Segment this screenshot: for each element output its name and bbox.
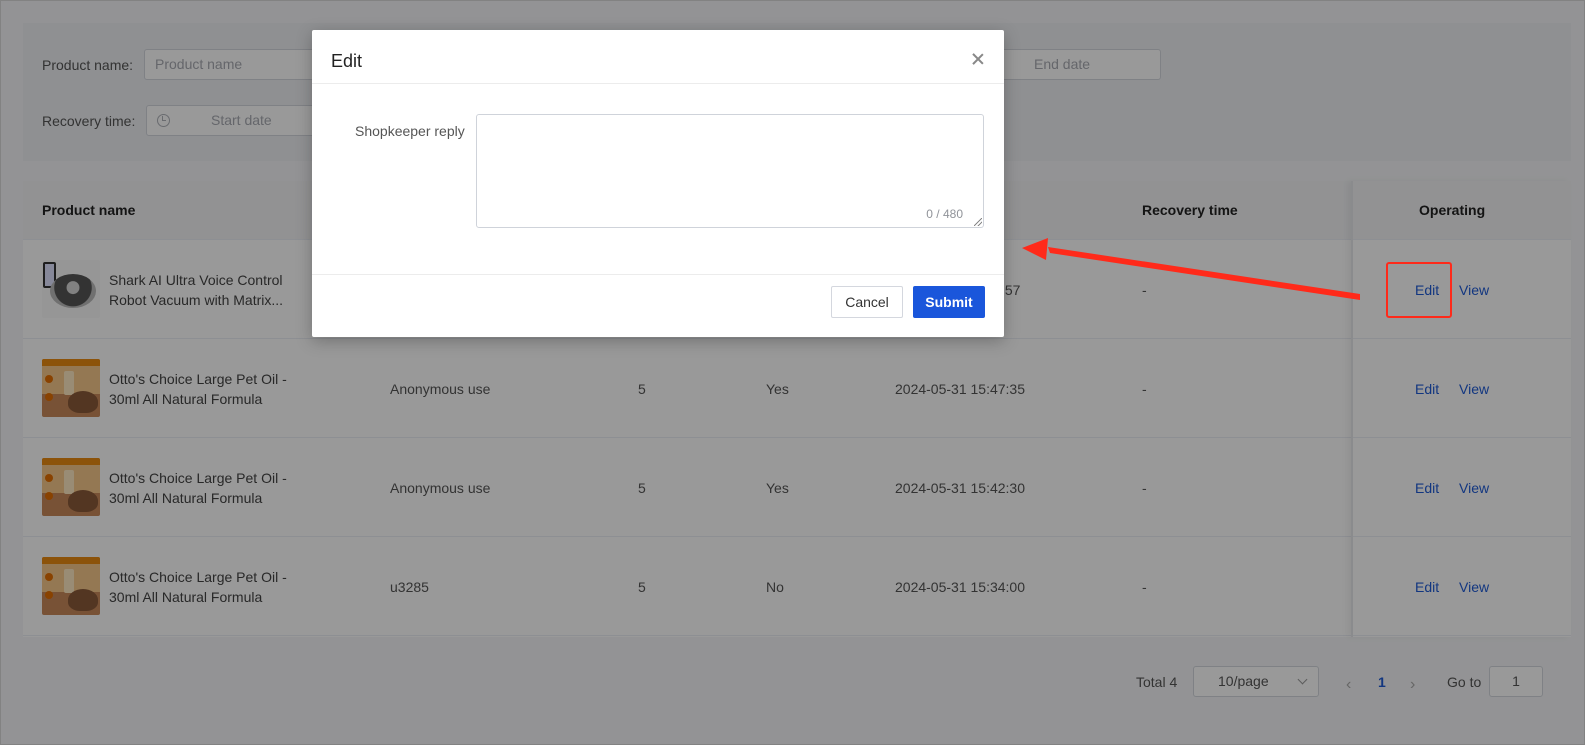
shopkeeper-reply-label: Shopkeeper reply [355, 123, 465, 139]
shopkeeper-reply-textarea[interactable]: 0 / 480 [476, 114, 984, 228]
resize-handle-icon[interactable] [974, 218, 982, 226]
char-counter: 0 / 480 [926, 207, 963, 221]
close-icon[interactable] [968, 49, 988, 69]
dialog-header-divider [312, 83, 1004, 84]
dialog-footer-divider [312, 274, 1004, 275]
edit-dialog: Edit Shopkeeper reply 0 / 480 Cancel Sub… [312, 30, 1004, 337]
cancel-button[interactable]: Cancel [831, 286, 903, 318]
annotation-highlight-box [1386, 262, 1452, 318]
dialog-title: Edit [331, 51, 363, 71]
submit-button[interactable]: Submit [913, 286, 985, 318]
